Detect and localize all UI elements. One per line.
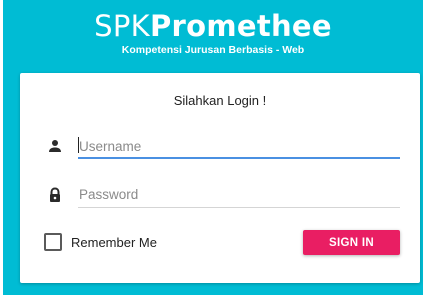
username-underline	[78, 157, 400, 159]
password-underline	[78, 207, 400, 208]
app-title-bold: Promethee	[149, 9, 332, 43]
password-input[interactable]	[79, 184, 399, 204]
login-card: Silahkan Login ! Remember Me SIGN IN	[20, 73, 420, 283]
sign-in-button[interactable]: SIGN IN	[303, 230, 400, 255]
lock-icon	[47, 187, 63, 203]
remember-me-checkbox[interactable]	[44, 233, 62, 251]
app-title: SPKPromethee	[3, 10, 423, 42]
login-heading: Silahkan Login !	[173, 93, 267, 108]
login-page-background: SPKPromethee Kompetensi Jurusan Berbasis…	[3, 0, 423, 295]
remember-me-label[interactable]: Remember Me	[71, 235, 157, 250]
person-icon	[47, 138, 63, 154]
app-title-light: SPK	[94, 9, 150, 43]
username-input[interactable]	[79, 136, 399, 156]
brand-header: SPKPromethee Kompetensi Jurusan Berbasis…	[3, 10, 423, 57]
app-subtitle: Kompetensi Jurusan Berbasis - Web	[121, 44, 305, 56]
